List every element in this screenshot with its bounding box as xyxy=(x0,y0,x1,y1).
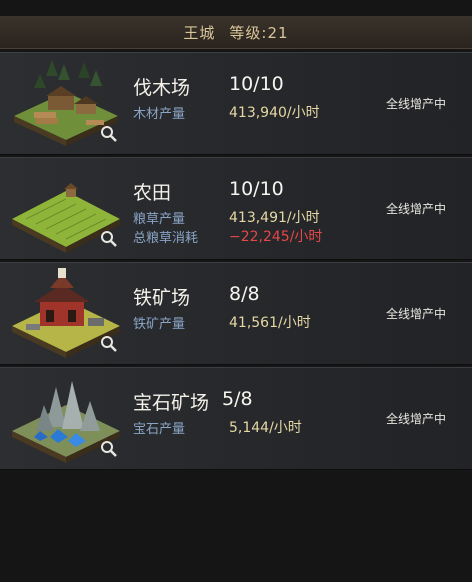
magnify-icon[interactable] xyxy=(100,230,118,248)
magnify-icon[interactable] xyxy=(100,335,118,353)
building-name: 宝石矿场 xyxy=(133,392,210,414)
status-text: 全线增产中 xyxy=(386,307,447,321)
status-text: 全线增产中 xyxy=(386,412,447,426)
building-card-lumber[interactable]: 伐木场 10/10 木材产量 413,940/小时 全线增产中 xyxy=(0,52,472,155)
stat-value: 413,491/小时 xyxy=(229,210,320,226)
stat-value: 41,561/小时 xyxy=(229,315,311,331)
stat-label: 粮草产量 xyxy=(133,212,186,227)
stat-value: −22,245/小时 xyxy=(229,229,323,245)
city-header: 王城 等级:21 xyxy=(0,16,472,49)
magnify-icon[interactable] xyxy=(100,440,118,458)
building-name: 伐木场 xyxy=(133,77,191,99)
building-card-farm[interactable]: 农田 10/10 粮草产量 413,491/小时 总粮草消耗 −22,245/小… xyxy=(0,157,472,260)
magnify-icon[interactable] xyxy=(100,125,118,143)
status-text: 全线增产中 xyxy=(386,97,447,111)
building-level: 8/8 xyxy=(229,283,260,305)
stat-label: 木材产量 xyxy=(133,107,186,122)
status-text: 全线增产中 xyxy=(386,202,447,216)
building-level: 5/8 xyxy=(222,388,253,410)
city-level: 等级:21 xyxy=(229,23,289,42)
city-name: 王城 xyxy=(183,23,216,42)
stat-value: 5,144/小时 xyxy=(229,420,302,436)
building-name: 铁矿场 xyxy=(133,287,191,309)
building-level: 10/10 xyxy=(229,178,284,200)
stat-label: 总粮草消耗 xyxy=(133,231,199,246)
building-level: 10/10 xyxy=(229,73,284,95)
building-card-iron[interactable]: 铁矿场 8/8 铁矿产量 41,561/小时 全线增产中 xyxy=(0,262,472,365)
building-name: 农田 xyxy=(133,182,172,204)
stat-label: 宝石产量 xyxy=(133,422,186,437)
stat-label: 铁矿产量 xyxy=(133,317,186,332)
stat-value: 413,940/小时 xyxy=(229,105,320,121)
building-card-gem[interactable]: 宝石矿场 5/8 宝石产量 5,144/小时 全线增产中 xyxy=(0,367,472,470)
